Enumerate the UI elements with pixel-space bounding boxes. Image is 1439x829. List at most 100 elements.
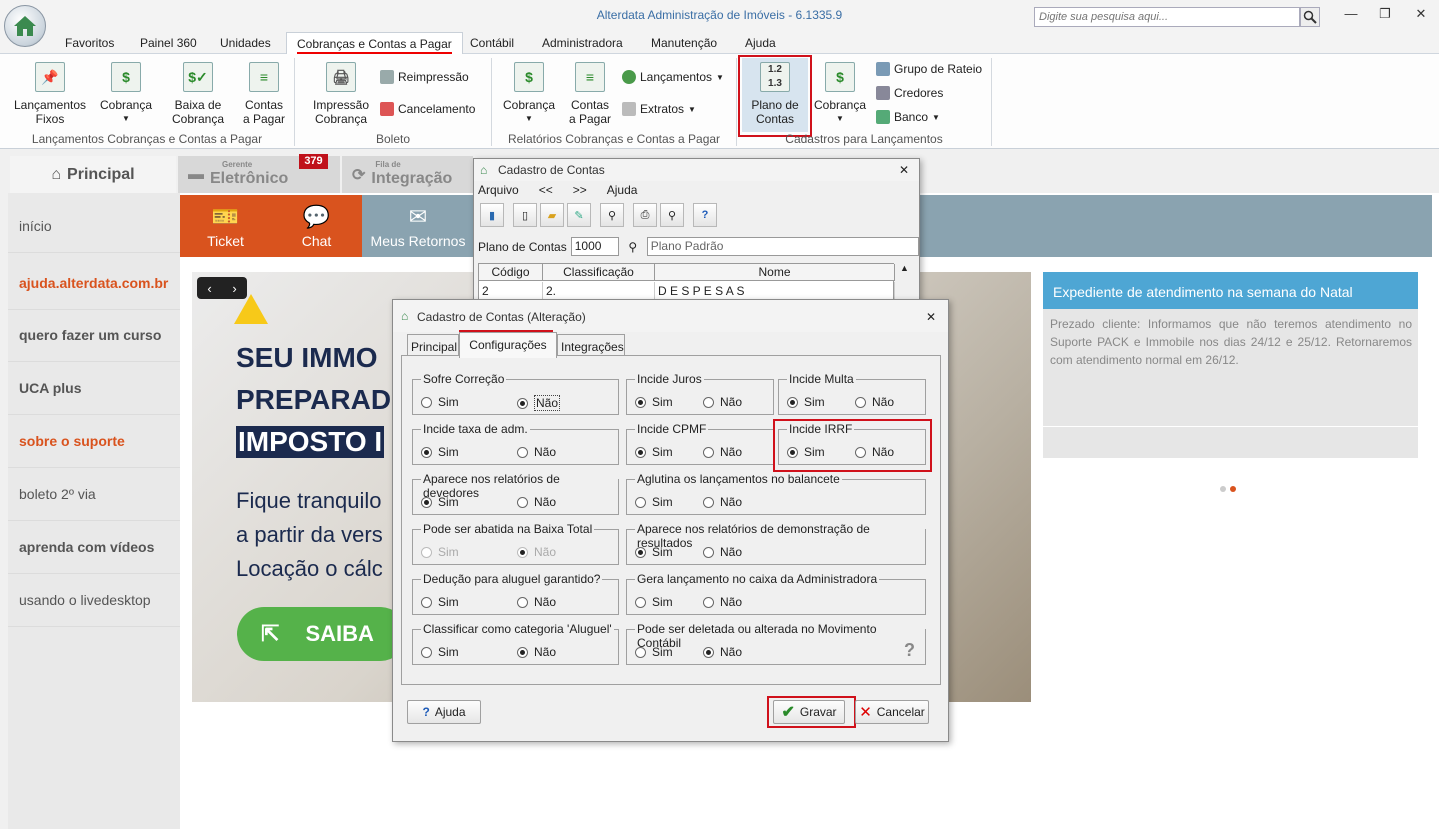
radio-nao[interactable]: Não bbox=[703, 595, 742, 609]
radio-circle[interactable] bbox=[703, 596, 714, 608]
menu-arquivo[interactable]: Arquivo bbox=[478, 183, 519, 197]
radio-circle[interactable] bbox=[517, 397, 528, 409]
tab-contabil[interactable]: Contábil bbox=[460, 32, 524, 54]
menu-next[interactable]: >> bbox=[573, 183, 587, 197]
radio-circle[interactable] bbox=[703, 446, 714, 458]
search-input[interactable] bbox=[1034, 7, 1300, 27]
radio-nao[interactable]: Não bbox=[855, 395, 894, 409]
radio-circle[interactable] bbox=[703, 396, 714, 408]
meus-retornos-button[interactable]: ✉ Meus Retornos bbox=[362, 195, 474, 257]
radio-sim[interactable]: Sim bbox=[421, 595, 459, 609]
tab-configuracoes[interactable]: Configurações bbox=[459, 332, 557, 358]
cell-nome[interactable]: D E S P E S A S bbox=[655, 282, 895, 300]
lancamentos-button[interactable]: Lançamentos ▼ bbox=[622, 70, 724, 84]
sidebar-item-curso[interactable]: quero fazer um curso bbox=[8, 309, 180, 362]
radio-circle[interactable] bbox=[635, 446, 646, 458]
tab-unidades[interactable]: Unidades bbox=[210, 32, 281, 54]
radio-nao[interactable]: Não bbox=[517, 445, 556, 459]
search-icon[interactable]: ⚲ bbox=[623, 240, 643, 254]
radio-circle[interactable] bbox=[635, 596, 646, 608]
radio-sim[interactable]: Sim bbox=[635, 645, 673, 659]
preview-icon[interactable]: ⚲ bbox=[660, 203, 684, 227]
tab-cobrancas[interactable]: Cobranças e Contas a Pagar bbox=[286, 32, 463, 54]
cancelamento-button[interactable]: Cancelamento bbox=[380, 102, 475, 116]
tab-manutencao[interactable]: Manutenção bbox=[641, 32, 727, 54]
radio-nao[interactable]: Não bbox=[703, 545, 742, 559]
chat-button[interactable]: 💬 Chat bbox=[271, 195, 362, 257]
radio-nao[interactable]: Não bbox=[517, 595, 556, 609]
radio-sim[interactable]: Sim bbox=[635, 545, 673, 559]
radio-circle[interactable] bbox=[517, 496, 528, 508]
radio-circle[interactable] bbox=[421, 396, 432, 408]
sidebar-item-inicio[interactable]: início bbox=[8, 200, 180, 253]
radio-sim[interactable]: Sim bbox=[421, 445, 459, 459]
menu-prev[interactable]: << bbox=[539, 183, 553, 197]
exit-icon[interactable]: ▮ bbox=[480, 203, 504, 227]
folder-icon[interactable]: ▰ bbox=[540, 203, 564, 227]
radio-circle[interactable] bbox=[635, 546, 646, 558]
chevron-left-icon[interactable]: ‹ bbox=[207, 281, 211, 296]
radio-circle[interactable] bbox=[703, 546, 714, 558]
tab-painel-360[interactable]: Painel 360 bbox=[130, 32, 207, 54]
radio-sim[interactable]: Sim bbox=[421, 645, 459, 659]
radio-circle[interactable] bbox=[517, 546, 528, 558]
col-nome[interactable]: Nome bbox=[655, 264, 895, 281]
reimpressao-button[interactable]: Reimpressão bbox=[380, 70, 469, 84]
lancamentos-fixos-button[interactable]: 📌 Lançamentos Fixos bbox=[10, 62, 90, 126]
sidebar-item-uca[interactable]: UCA plus bbox=[8, 362, 180, 415]
tab-favoritos[interactable]: Favoritos bbox=[55, 32, 124, 54]
col-classificacao[interactable]: Classificação bbox=[543, 264, 655, 281]
cell-codigo[interactable]: 2 bbox=[479, 282, 543, 300]
close-button[interactable]: ✕ bbox=[1410, 6, 1432, 24]
cell-classificacao[interactable]: 2. bbox=[543, 282, 655, 300]
cobranca-button[interactable]: $ Cobrança ▼ bbox=[96, 62, 156, 126]
carousel-dot[interactable] bbox=[1220, 486, 1226, 492]
radio-circle[interactable] bbox=[517, 596, 528, 608]
close-icon[interactable]: ✕ bbox=[926, 310, 936, 324]
radio-nao[interactable]: Não bbox=[517, 395, 561, 411]
help-question-icon[interactable]: ? bbox=[904, 640, 915, 661]
radio-nao[interactable]: Não bbox=[703, 395, 742, 409]
cancelar-button[interactable]: ✕ Cancelar bbox=[855, 700, 929, 724]
tab-administradora[interactable]: Administradora bbox=[532, 32, 633, 54]
radio-sim[interactable]: Sim bbox=[635, 395, 673, 409]
radio-circle[interactable] bbox=[421, 446, 432, 458]
radio-circle[interactable] bbox=[635, 496, 646, 508]
radio-sim[interactable]: Sim bbox=[421, 395, 459, 409]
new-document-icon[interactable]: ▯ bbox=[513, 203, 537, 227]
ajuda-button[interactable]: ? Ajuda bbox=[407, 700, 481, 724]
radio-circle[interactable] bbox=[517, 446, 528, 458]
radio-sim[interactable]: Sim bbox=[635, 445, 673, 459]
radio-nao[interactable]: Não bbox=[517, 495, 556, 509]
scroll-up-icon[interactable]: ▲ bbox=[900, 263, 909, 273]
sidebar-item-livedesktop[interactable]: usando o livedesktop bbox=[8, 574, 180, 627]
menu-ajuda[interactable]: Ajuda bbox=[607, 183, 638, 197]
radio-circle[interactable] bbox=[703, 646, 714, 658]
impressao-cobranca-button[interactable]: 🖨 Impressão Cobrança bbox=[308, 62, 374, 126]
tab-ajuda[interactable]: Ajuda bbox=[735, 32, 786, 54]
minimize-button[interactable]: — bbox=[1340, 6, 1362, 24]
doctab-principal[interactable]: ⌂ Principal bbox=[10, 156, 176, 193]
radio-sim[interactable]: Sim bbox=[787, 395, 825, 409]
relatorio-cobranca-button[interactable]: $ Cobrança ▼ bbox=[500, 62, 558, 126]
grupo-rateio-button[interactable]: Grupo de Rateio bbox=[876, 62, 982, 76]
radio-sim[interactable]: Sim bbox=[635, 495, 673, 509]
search-button[interactable] bbox=[1300, 7, 1320, 27]
search-icon[interactable]: ⚲ bbox=[600, 203, 624, 227]
carousel-dot-active[interactable] bbox=[1230, 486, 1236, 492]
radio-circle[interactable] bbox=[517, 646, 528, 658]
news-title[interactable]: Expediente de atendimento na semana do N… bbox=[1043, 272, 1418, 309]
credores-button[interactable]: Credores bbox=[876, 86, 943, 100]
help-icon[interactable]: ? bbox=[693, 203, 717, 227]
radio-nao[interactable]: Não bbox=[703, 495, 742, 509]
ticket-button[interactable]: 🎫 Ticket bbox=[180, 195, 271, 257]
banco-button[interactable]: Banco ▼ bbox=[876, 110, 940, 124]
radio-circle[interactable] bbox=[421, 646, 432, 658]
sidebar-item-videos[interactable]: aprenda com vídeos bbox=[8, 521, 180, 574]
radio-circle[interactable] bbox=[421, 546, 432, 558]
radio-circle[interactable] bbox=[421, 496, 432, 508]
extratos-button[interactable]: Extratos ▼ bbox=[622, 102, 696, 116]
baixa-cobranca-button[interactable]: $✓ Baixa de Cobrança bbox=[160, 62, 236, 126]
radio-circle[interactable] bbox=[635, 646, 646, 658]
cadastro-cobranca-button[interactable]: $ Cobrança ▼ bbox=[812, 62, 868, 126]
